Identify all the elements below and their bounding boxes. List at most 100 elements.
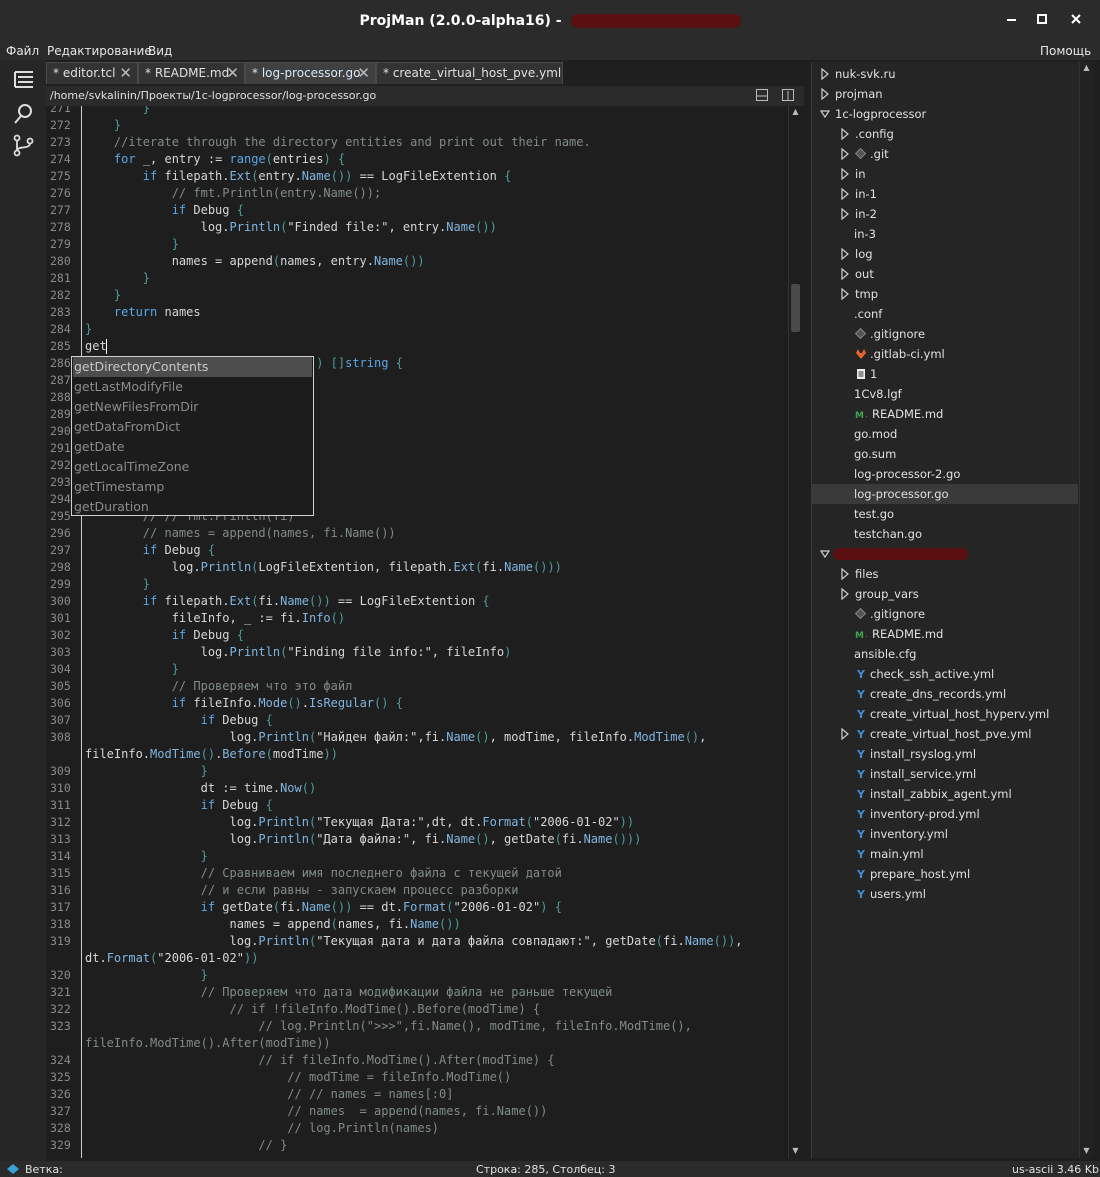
tree-item[interactable]: ansible.cfg xyxy=(812,644,1078,664)
tree-item[interactable]: .git xyxy=(812,144,1078,164)
code-line: // } xyxy=(258,1138,288,1152)
autocomplete-popup[interactable]: getDirectoryContents getLastModifyFile get… xyxy=(71,356,314,516)
autocomplete-item[interactable]: getDirectoryContents xyxy=(73,357,312,377)
chevron-right-icon[interactable] xyxy=(840,568,850,580)
tree-item[interactable]: in-1 xyxy=(812,184,1078,204)
tree-item[interactable]: in-2 xyxy=(812,204,1078,224)
tree-item[interactable]: M↓ README.md xyxy=(812,404,1078,424)
tree-item[interactable] xyxy=(812,544,1078,564)
tree-item[interactable]: log xyxy=(812,244,1078,264)
tree-item[interactable]: projman xyxy=(812,84,1078,104)
tree-item[interactable]: Yinstall_service.yml xyxy=(812,764,1078,784)
chevron-right-icon[interactable] xyxy=(840,168,850,180)
editor-scrollbar[interactable]: ▲ ▼ xyxy=(788,106,802,1158)
tab-editor-tcl[interactable]: * editor.tcl ✕ xyxy=(46,62,138,84)
chevron-right-icon[interactable] xyxy=(840,128,850,140)
scroll-down-icon[interactable]: ▼ xyxy=(1082,1146,1091,1155)
chevron-right-icon[interactable] xyxy=(840,148,850,160)
tab-log-processor-go[interactable]: * log-processor.go ✕ xyxy=(245,62,376,84)
split-vertical-icon[interactable] xyxy=(782,89,794,101)
code-line: if getDate(fi.Name()) == dt.Format("2006… xyxy=(200,900,562,914)
chevron-right-icon[interactable] xyxy=(840,208,850,220)
code-editor[interactable]: 271 272 273 274 275 276 277 278 279 280 281 282 283 2… xyxy=(48,106,790,1158)
tree-item[interactable]: in-3 xyxy=(812,224,1078,244)
line-number: 303 xyxy=(50,645,71,659)
tree-item-label: inventory.yml xyxy=(870,827,948,841)
autocomplete-item[interactable]: getDuration xyxy=(73,497,312,517)
tree-item[interactable]: Ycreate_dns_records.yml xyxy=(812,684,1078,704)
menu-edit[interactable]: Редактирование xyxy=(47,44,152,58)
code-area[interactable]: } } //iterate through the directory enti… xyxy=(85,106,790,1158)
autocomplete-item[interactable]: getDate xyxy=(73,437,312,457)
chevron-right-icon[interactable] xyxy=(840,288,850,300)
chevron-right-icon[interactable] xyxy=(840,188,850,200)
git-branch-button[interactable] xyxy=(12,134,36,158)
autocomplete-item[interactable]: getLocalTimeZone xyxy=(73,457,312,477)
tree-item[interactable]: 1 xyxy=(812,364,1078,384)
tree-item[interactable]: Yinstall_zabbix_agent.yml xyxy=(812,784,1078,804)
autocomplete-item[interactable]: getDataFromDict xyxy=(73,417,312,437)
chevron-right-icon[interactable] xyxy=(840,588,850,600)
tree-item[interactable]: .conf xyxy=(812,304,1078,324)
tree-item[interactable]: Ycreate_virtual_host_pve.yml xyxy=(812,724,1078,744)
tab-readme-md[interactable]: * README.md ✕ xyxy=(138,62,245,84)
scroll-down-icon[interactable]: ▼ xyxy=(791,1146,800,1155)
split-horizontal-icon[interactable] xyxy=(756,89,768,101)
tree-item[interactable]: Yinstall_rsyslog.yml xyxy=(812,744,1078,764)
chevron-right-icon[interactable] xyxy=(820,88,830,100)
tree-item[interactable]: test.go xyxy=(812,504,1078,524)
tree-item[interactable]: .gitlab-ci.yml xyxy=(812,344,1078,364)
line-number: 304 xyxy=(50,662,71,676)
tree-item[interactable]: M↓ README.md xyxy=(812,624,1078,644)
scroll-up-icon[interactable]: ▲ xyxy=(791,107,800,116)
tab-close-icon[interactable]: ✕ xyxy=(226,64,239,82)
chevron-right-icon[interactable] xyxy=(840,728,850,740)
chevron-right-icon[interactable] xyxy=(840,248,850,260)
tree-item[interactable]: log-processor-2.go xyxy=(812,464,1078,484)
tab-close-icon[interactable]: ✕ xyxy=(119,64,132,82)
tree-item[interactable]: Yprepare_host.yml xyxy=(812,864,1078,884)
tree-item[interactable]: .gitignore xyxy=(812,604,1078,624)
tree-item[interactable]: log-processor.go xyxy=(812,484,1078,504)
autocomplete-item[interactable]: getNewFilesFromDir xyxy=(73,397,312,417)
tree-item[interactable]: in xyxy=(812,164,1078,184)
menu-view[interactable]: Вид xyxy=(148,44,172,58)
file-tree-button[interactable] xyxy=(12,68,36,92)
close-button[interactable] xyxy=(1067,10,1085,28)
maximize-button[interactable] xyxy=(1033,10,1051,28)
tree-item[interactable]: 1c-logprocessor xyxy=(812,104,1078,124)
menu-file[interactable]: Файл xyxy=(6,44,39,58)
tab-create-virtual-host-pve[interactable]: * create_virtual_host_pve.yml xyxy=(376,62,563,84)
scroll-up-icon[interactable]: ▲ xyxy=(1082,63,1091,72)
tree-item[interactable]: .config xyxy=(812,124,1078,144)
chevron-down-icon[interactable] xyxy=(820,548,830,560)
tree-item[interactable]: .gitignore xyxy=(812,324,1078,344)
tree-item[interactable]: nuk-svk.ru xyxy=(812,64,1078,84)
tree-item[interactable]: Yinventory.yml xyxy=(812,824,1078,844)
tree-item[interactable]: 1Cv8.lgf xyxy=(812,384,1078,404)
tab-close-icon[interactable]: ✕ xyxy=(357,64,370,82)
git-branch-icon xyxy=(13,134,34,157)
tree-item[interactable]: Ycreate_virtual_host_hyperv.yml xyxy=(812,704,1078,724)
autocomplete-item[interactable]: getLastModifyFile xyxy=(73,377,312,397)
tree-item[interactable]: testchan.go xyxy=(812,524,1078,544)
tree-item[interactable]: files xyxy=(812,564,1078,584)
chevron-down-icon[interactable] xyxy=(820,108,830,120)
tree-item[interactable]: Yusers.yml xyxy=(812,884,1078,904)
tree-item[interactable]: go.sum xyxy=(812,444,1078,464)
tree-item[interactable]: Ycheck_ssh_active.yml xyxy=(812,664,1078,684)
chevron-right-icon[interactable] xyxy=(820,68,830,80)
search-button[interactable] xyxy=(12,102,36,126)
scroll-thumb[interactable] xyxy=(791,284,800,332)
tree-item[interactable]: Yinventory-prod.yml xyxy=(812,804,1078,824)
menu-help[interactable]: Помощь xyxy=(1040,44,1091,58)
chevron-right-icon[interactable] xyxy=(840,268,850,280)
minimize-button[interactable] xyxy=(1003,10,1021,28)
tree-item[interactable]: go.mod xyxy=(812,424,1078,444)
autocomplete-item[interactable]: getTimestamp xyxy=(73,477,312,497)
tree-item[interactable]: group_vars xyxy=(812,584,1078,604)
tree-item[interactable]: tmp xyxy=(812,284,1078,304)
tree-scrollbar[interactable]: ▲ ▼ xyxy=(1079,62,1093,1158)
tree-item[interactable]: out xyxy=(812,264,1078,284)
tree-item[interactable]: Ymain.yml xyxy=(812,844,1078,864)
